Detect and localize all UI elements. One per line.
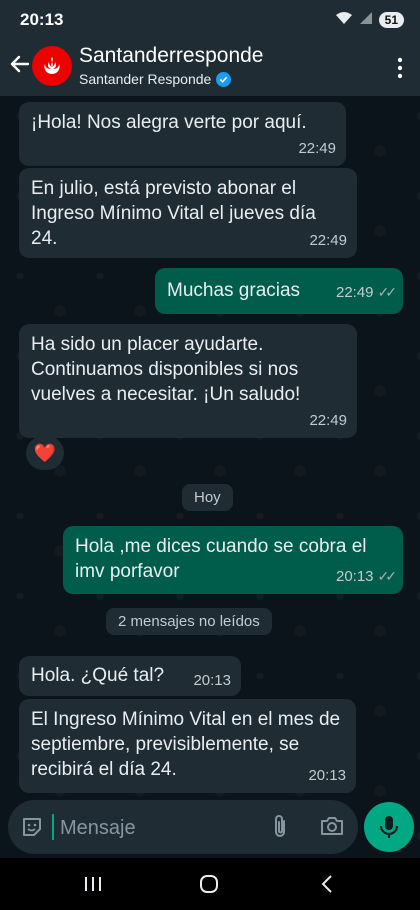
message-text: El Ingreso Mínimo Vital en el mes de sep… <box>31 709 341 780</box>
message-text: Ha sido un placer ayudarte. Continuamos … <box>31 334 301 405</box>
avatar[interactable] <box>32 46 72 86</box>
heart-icon: ❤️ <box>33 442 57 463</box>
business-name: Santander Responde <box>79 71 212 87</box>
system-navigation-bar <box>0 858 420 910</box>
message-time: 22:49 <box>298 140 336 157</box>
message-incoming[interactable]: El Ingreso Mínimo Vital en el mes de sep… <box>19 699 356 793</box>
message-time: 22:49 <box>309 232 347 249</box>
chat-header: Santanderresponde Santander Responde <box>0 40 420 96</box>
battery-indicator: 51 <box>378 11 404 28</box>
status-icons: 51 <box>335 11 404 28</box>
verified-badge-icon <box>216 71 232 87</box>
message-meta: 22:49 ✓✓ <box>335 280 398 305</box>
more-options-icon[interactable] <box>390 56 410 80</box>
text-cursor <box>52 814 54 840</box>
message-meta: 20:13 <box>193 668 231 693</box>
message-text: Hola ,me dices cuando se cobra el imv po… <box>75 536 367 582</box>
chat-area[interactable]: ¡Hola! Nos alegra verte por aquí. 22:49 … <box>0 96 420 858</box>
back-nav-icon[interactable] <box>312 872 342 896</box>
message-outgoing[interactable]: Muchas gracias 22:49 ✓✓ <box>155 268 403 314</box>
message-incoming[interactable]: Ha sido un placer ayudarte. Continuamos … <box>19 324 357 438</box>
camera-icon[interactable] <box>320 815 344 842</box>
unread-messages-banner: 2 mensajes no leídos <box>106 608 272 635</box>
reaction-badge[interactable]: ❤️ <box>26 436 64 470</box>
signal-icon <box>359 11 373 28</box>
status-bar: 20:13 51 <box>0 0 420 40</box>
contact-subtitle[interactable]: Santander Responde <box>79 71 232 87</box>
sticker-icon[interactable] <box>20 815 44 844</box>
message-incoming[interactable]: ¡Hola! Nos alegra verte por aquí. 22:49 <box>19 102 346 166</box>
voice-message-button[interactable] <box>364 802 414 852</box>
message-meta: 20:13 ✓✓ <box>335 564 398 589</box>
read-ticks-icon: ✓✓ <box>377 568 398 584</box>
flame-logo-icon <box>44 57 60 74</box>
message-meta: 20:13 <box>308 763 346 788</box>
home-icon[interactable] <box>194 872 224 896</box>
message-time: 20:13 <box>193 672 231 689</box>
wifi-icon <box>335 11 353 28</box>
message-meta: 22:49 <box>309 408 347 433</box>
message-text: En julio, está previsto abonar el Ingres… <box>31 178 316 249</box>
message-time: 20:13 <box>308 767 346 784</box>
message-outgoing[interactable]: Hola ,me dices cuando se cobra el imv po… <box>63 526 403 594</box>
status-time: 20:13 <box>20 10 64 29</box>
date-separator: Hoy <box>182 484 233 511</box>
message-incoming[interactable]: En julio, está previsto abonar el Ingres… <box>19 168 357 258</box>
message-time: 22:49 <box>335 284 374 301</box>
message-time: 22:49 <box>309 412 347 429</box>
message-input[interactable] <box>58 810 262 846</box>
message-composer <box>8 800 358 854</box>
back-arrow-icon[interactable] <box>8 52 32 76</box>
microphone-icon <box>379 816 399 838</box>
message-meta: 22:49 <box>298 136 336 161</box>
message-text: ¡Hola! Nos alegra verte por aquí. <box>31 112 307 133</box>
attach-icon[interactable] <box>270 814 290 845</box>
message-incoming[interactable]: Hola. ¿Qué tal? 20:13 <box>19 656 241 696</box>
message-text: Muchas gracias <box>167 280 301 301</box>
contact-name[interactable]: Santanderresponde <box>79 44 263 68</box>
read-ticks-icon: ✓✓ <box>377 284 398 300</box>
message-text: Hola. ¿Qué tal? <box>31 665 165 686</box>
recent-apps-icon[interactable] <box>78 872 108 896</box>
message-time: 20:13 <box>335 568 374 585</box>
message-meta: 22:49 <box>309 228 347 253</box>
